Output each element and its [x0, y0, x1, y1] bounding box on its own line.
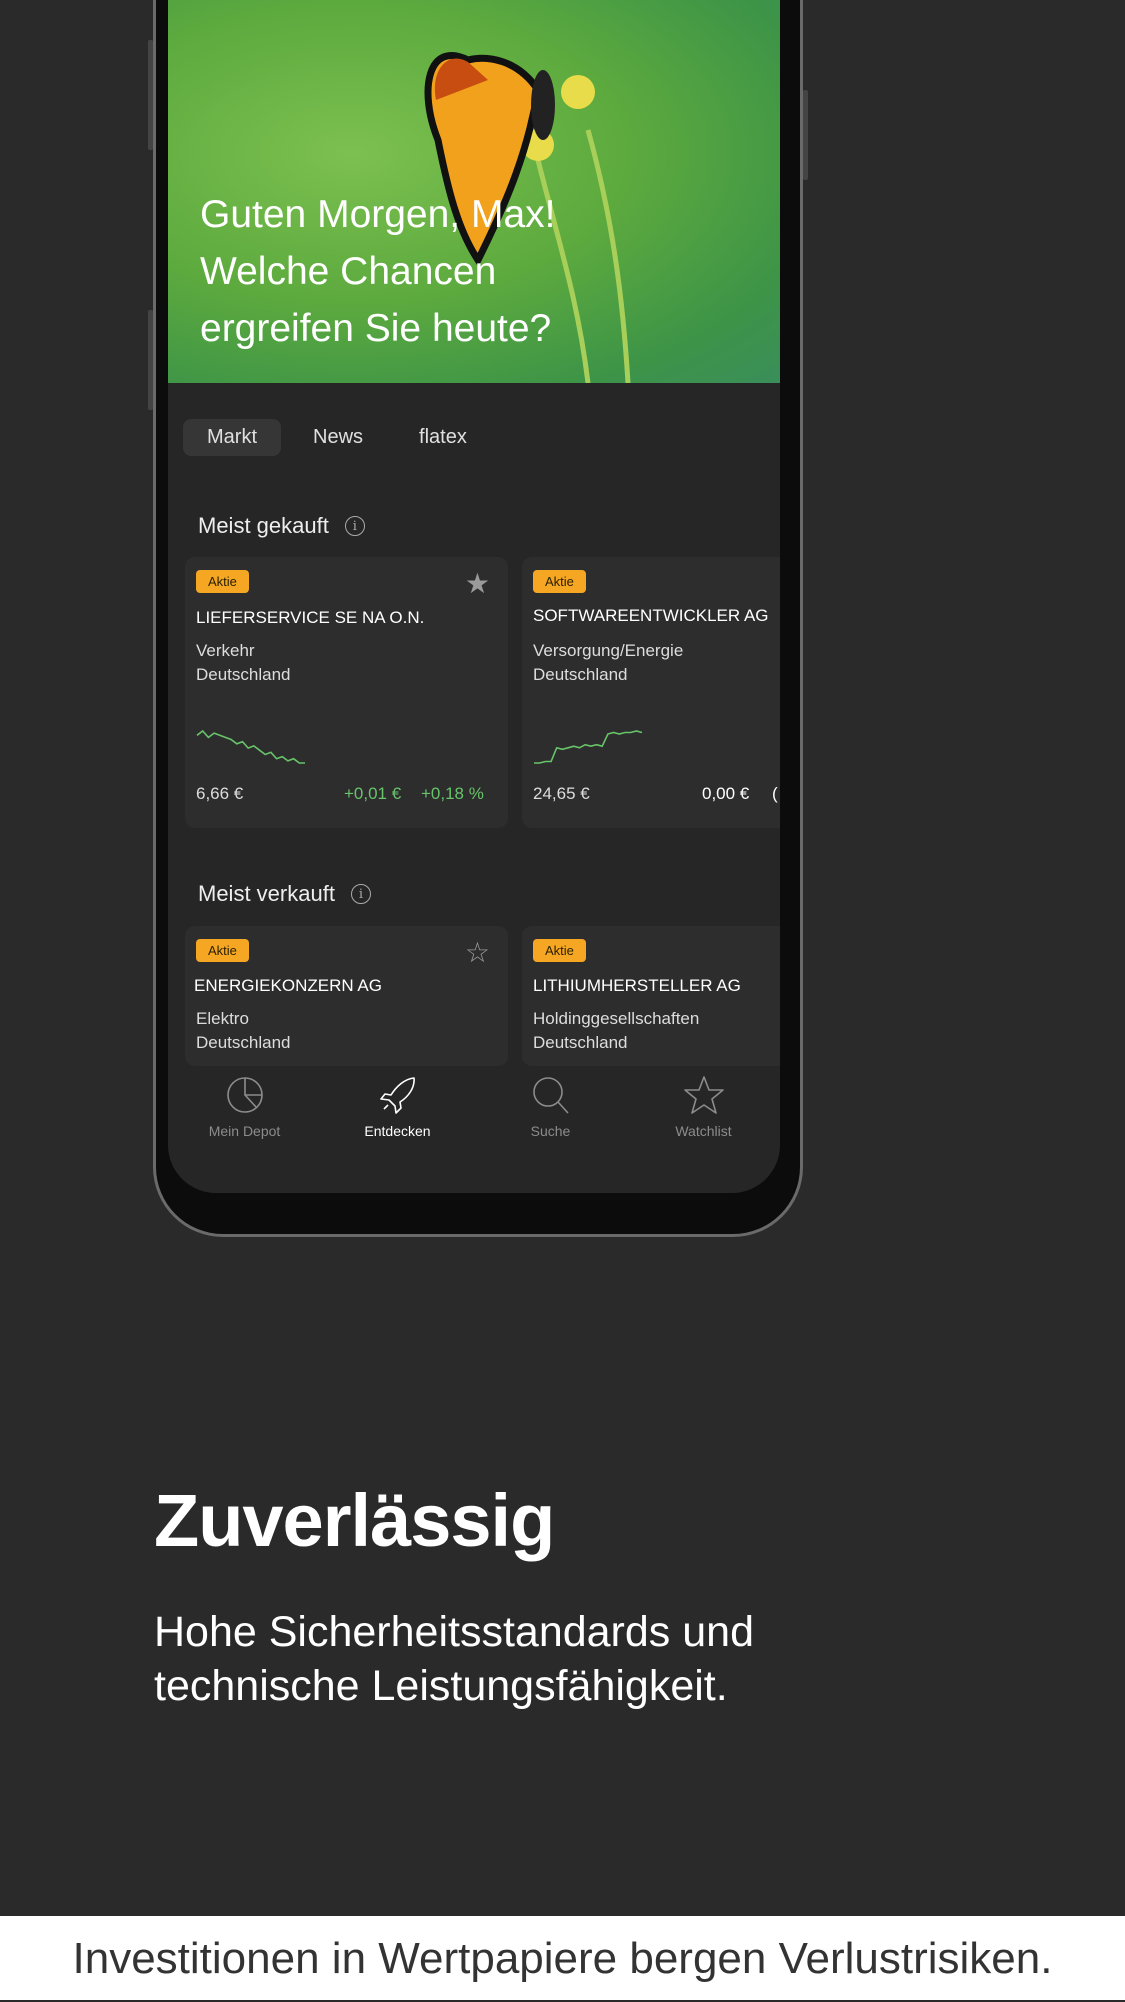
nav-entdecken[interactable]: Entdecken — [321, 1075, 474, 1139]
stock-card[interactable]: Aktie ★ LIEFERSERVICE SE NA O.N. Verkehr… — [185, 557, 508, 828]
type-badge: Aktie — [533, 939, 586, 962]
stock-price: 6,66 € — [196, 784, 244, 803]
nav-label: Entdecken — [364, 1123, 431, 1139]
stock-sector: Versorgung/Energie — [533, 641, 684, 660]
nav-label: Watchlist — [675, 1123, 732, 1139]
greeting-line: Guten Morgen, Max! — [200, 193, 556, 236]
section-title: Meist gekauft — [198, 513, 329, 538]
info-icon[interactable]: i — [344, 516, 365, 536]
star-filled-icon[interactable]: ★ — [465, 567, 490, 600]
greeting-line: Welche Chancen — [200, 250, 497, 293]
sparkline-series — [196, 729, 305, 764]
sparkline-chart — [196, 729, 305, 764]
type-badge: Aktie — [196, 939, 249, 962]
section-meist-verkauft: Meist verkauft i — [198, 881, 371, 907]
tab-bar: Markt News flatex — [183, 419, 491, 456]
stock-country: Deutschland — [533, 1033, 628, 1052]
type-badge: Aktie — [196, 570, 249, 593]
stock-card[interactable]: Aktie SOFTWAREENTWICKLER AG Versorgung/E… — [522, 557, 780, 828]
greeting-text: Guten Morgen, Max! Welche Chancen ergrei… — [200, 186, 556, 357]
phone-side-button — [803, 90, 808, 180]
subtitle-line: technische Leistungsfähigkeit. — [154, 1662, 728, 1710]
change-absolute: 0,00 € — [702, 784, 750, 803]
stock-country: Deutschland — [533, 665, 628, 684]
stock-sector: Elektro — [196, 1009, 249, 1028]
phone-side-button — [148, 310, 153, 410]
sparkline-series — [534, 730, 643, 764]
stock-card[interactable]: Aktie ☆ ENERGIEKONZERN AG Elektro Deutsch… — [185, 926, 508, 1066]
stock-name: LIEFERSERVICE SE NA O.N. — [196, 608, 425, 627]
bottom-navigation: Mein Depot Entdecken Suche Watchlist — [168, 1075, 780, 1139]
nav-mein-depot[interactable]: Mein Depot — [168, 1075, 321, 1139]
rocket-icon — [379, 1077, 415, 1114]
tab-markt[interactable]: Markt — [183, 419, 281, 456]
hero-banner: Guten Morgen, Max! Welche Chancen ergrei… — [168, 0, 780, 383]
change-percent: +0,18 % — [421, 784, 484, 803]
section-meist-gekauft: Meist gekauft i — [198, 513, 365, 539]
star-outline-icon[interactable]: ☆ — [465, 936, 490, 969]
greeting-line: ergreifen Sie heute? — [200, 307, 552, 350]
phone-screen: Guten Morgen, Max! Welche Chancen ergrei… — [168, 0, 780, 1193]
nav-suche[interactable]: Suche — [474, 1075, 627, 1139]
stock-country: Deutschland — [196, 1033, 291, 1052]
tab-news[interactable]: News — [281, 419, 387, 456]
tab-flatex[interactable]: flatex — [387, 419, 491, 456]
nav-label: Mein Depot — [208, 1123, 281, 1139]
change-absolute: +0,01 € — [344, 784, 402, 803]
stock-country: Deutschland — [196, 665, 291, 684]
risk-disclaimer: Investitionen in Wertpapiere bergen Verl… — [0, 1916, 1125, 2000]
section-title: Meist verkauft — [198, 881, 335, 906]
info-icon[interactable]: i — [350, 884, 371, 904]
stock-name: LITHIUMHERSTELLER AG — [533, 976, 741, 995]
stock-price: 24,65 € — [533, 784, 590, 803]
star-icon — [683, 1076, 724, 1114]
stock-card[interactable]: Aktie LITHIUMHERSTELLER AG Holdinggesell… — [522, 926, 780, 1066]
nav-label: Suche — [530, 1123, 571, 1139]
pie-chart-icon — [226, 1077, 263, 1113]
phone-side-button — [148, 40, 153, 150]
marketing-subtitle: Hohe Sicherheitsstandards und technische… — [154, 1605, 754, 1713]
search-icon — [532, 1077, 569, 1114]
stock-sector: Holdinggesellschaften — [533, 1009, 700, 1028]
sparkline-chart — [534, 730, 643, 764]
type-badge: Aktie — [533, 570, 586, 593]
nav-watchlist[interactable]: Watchlist — [627, 1075, 780, 1139]
change-percent: ( — [772, 784, 778, 803]
stock-name: ENERGIEKONZERN AG — [194, 976, 382, 995]
marketing-title: Zuverlässig — [154, 1479, 555, 1562]
subtitle-line: Hohe Sicherheitsstandards und — [154, 1608, 754, 1656]
stock-sector: Verkehr — [196, 641, 255, 660]
stock-name: SOFTWAREENTWICKLER AG — [533, 606, 769, 625]
